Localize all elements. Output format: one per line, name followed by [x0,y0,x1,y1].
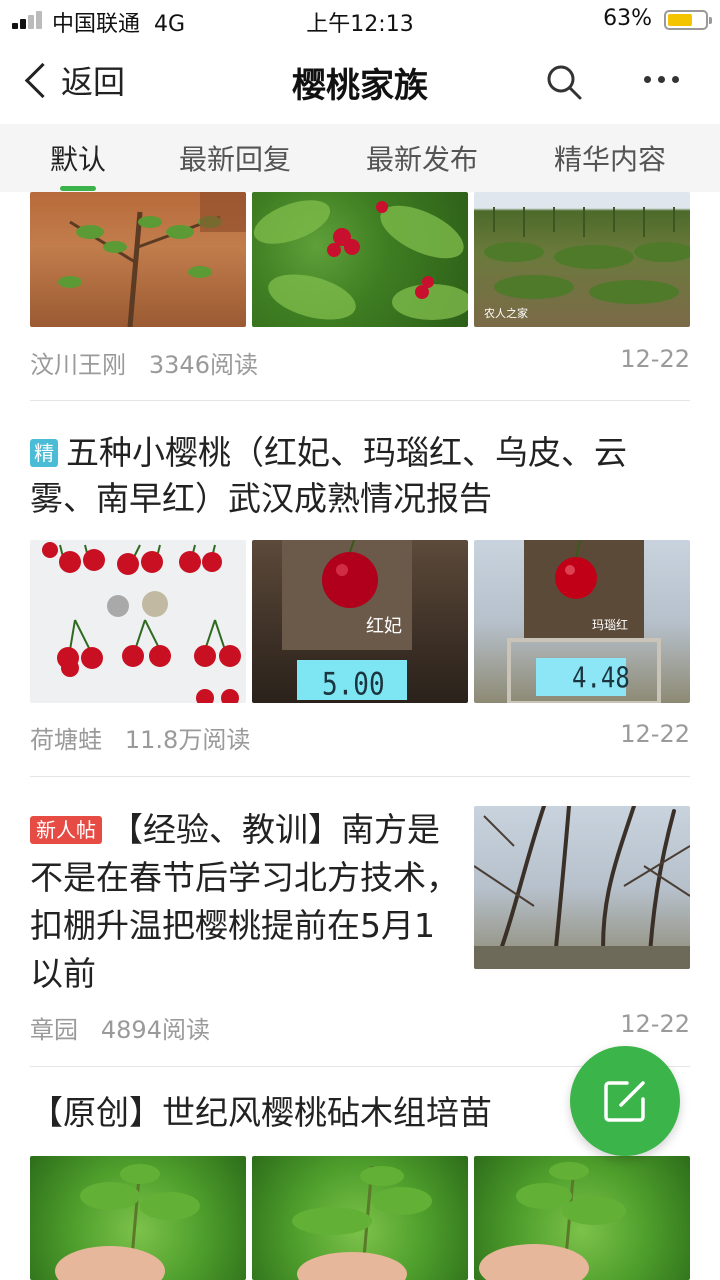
image-watermark: 农人之家 [484,307,528,320]
scale-reading: 5.00 [322,667,385,703]
post-image[interactable] [474,806,690,969]
post-author[interactable]: 荷塘蛙 [30,726,102,754]
compose-button[interactable] [570,1046,680,1156]
post-image[interactable]: 玛瑙红 4.48 [474,540,690,703]
post-date: 12-22 [620,1010,690,1038]
status-bar: 中国联通 4G 上午12:13 63% [0,0,720,40]
tab-indicator [60,186,96,191]
post-date: 12-22 [620,345,690,373]
post-author[interactable]: 汶川王刚 [30,351,126,379]
post-image[interactable] [30,540,246,703]
image-label: 红妃 [366,616,402,637]
post-image[interactable] [474,1156,690,1280]
tab-featured[interactable]: 精华内容 [554,138,666,178]
post-author[interactable]: 章园 [30,1016,78,1044]
post-image[interactable]: 农人之家 [474,192,690,327]
search-icon[interactable] [546,64,582,100]
post-read-count: 3346阅读 [148,351,258,379]
post-image[interactable] [30,1156,246,1280]
scale-reading: 4.48 [572,661,630,695]
post-image[interactable]: 红妃 5.00 [252,540,468,703]
tab-latest-post[interactable]: 最新发布 [366,138,478,178]
divider [30,400,690,401]
post-date: 12-22 [620,720,690,748]
divider [30,776,690,777]
new-user-badge: 新人帖 [30,816,102,844]
image-label: 玛瑙红 [592,618,629,632]
post-title[interactable]: 五种小樱桃（红妃、玛瑙红、乌皮、云雾、南早红）武汉成熟情况报告 [30,433,627,518]
post-read-count: 4894阅读 [100,1016,210,1044]
tab-default[interactable]: 默认 [50,138,106,178]
tab-bar: 默认 最新回复 最新发布 精华内容 [0,124,720,192]
compose-icon [604,1081,645,1122]
post-read-count: 11.8万阅读 [124,726,251,754]
tab-latest-reply[interactable]: 最新回复 [179,138,291,178]
post-image[interactable] [30,192,246,327]
featured-badge: 精 [30,439,58,467]
page-title: 樱桃家族 [292,66,428,106]
battery-percent: 63% [603,6,652,31]
nav-header: 返回 樱桃家族 [0,40,720,124]
post-image[interactable] [252,192,468,327]
more-icon[interactable] [642,76,682,86]
post-image[interactable] [252,1156,468,1280]
battery-icon [664,10,712,30]
post-title[interactable]: 【原创】世纪风樱桃砧木组培苗 [30,1090,550,1136]
